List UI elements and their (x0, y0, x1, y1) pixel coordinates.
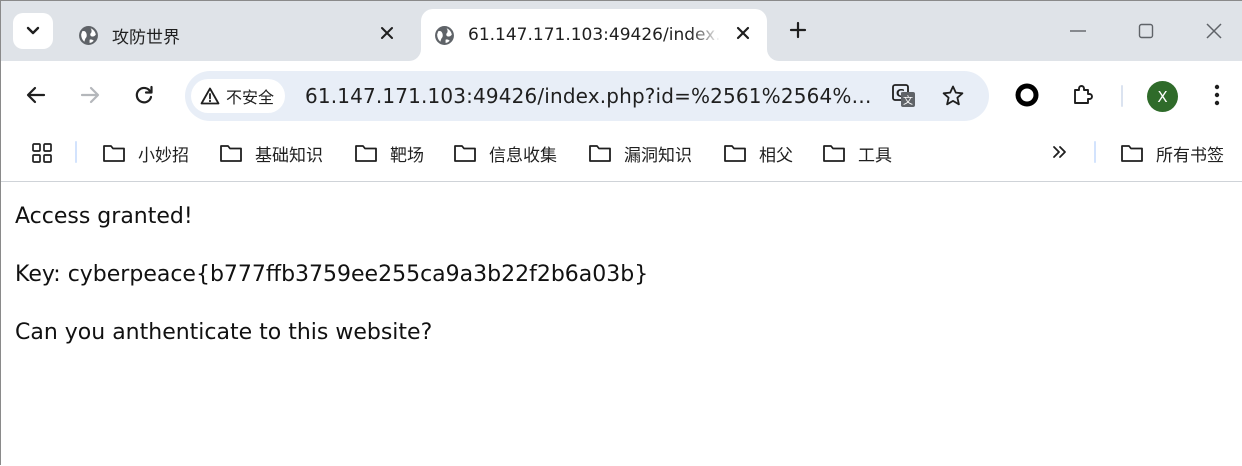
folder-icon (453, 142, 477, 164)
bookmarks-overflow-button[interactable] (1047, 139, 1073, 165)
key-message: Key: cyberpeace{b777ffb3759ee255ca9a3b22… (15, 262, 649, 287)
minimize-icon (1070, 30, 1086, 32)
profile-avatar[interactable]: X (1147, 81, 1178, 112)
forward-button[interactable] (72, 77, 108, 113)
bookmark-folder[interactable]: 靶场 (354, 137, 424, 169)
browser-window: 攻防世界 61.147.171.103:49426/index.php (0, 0, 1242, 466)
auth-question: Can you anthenticate to this website? (15, 320, 433, 345)
chevron-down-icon (26, 26, 40, 35)
all-bookmarks-folder[interactable]: 所有书签 (1120, 137, 1224, 169)
menu-button[interactable] (1201, 79, 1233, 111)
apps-grid-icon (32, 143, 52, 163)
tab-title: 61.147.171.103:49426/index.php (468, 25, 720, 45)
bookmark-label: 小妙招 (138, 145, 189, 166)
security-label: 不安全 (226, 88, 275, 107)
bookmark-label: 靶场 (390, 145, 424, 166)
bookmark-folder[interactable]: 相父 (723, 137, 793, 169)
access-message: Access granted! (15, 204, 193, 229)
translate-icon: G文 (892, 84, 915, 107)
tab-close-button[interactable] (377, 23, 397, 43)
ring-icon (1015, 83, 1039, 107)
bookmark-folder[interactable]: 基础知识 (219, 137, 323, 169)
security-chip[interactable]: 不安全 (191, 79, 286, 113)
tab-corner (767, 49, 779, 61)
bookmark-folder[interactable]: 小妙招 (102, 137, 189, 169)
bookmark-star-button[interactable] (940, 83, 966, 109)
maximize-icon (1138, 23, 1154, 39)
tab-title: 攻防世界 (112, 27, 180, 48)
warning-icon (200, 87, 220, 105)
tab-corner (409, 49, 421, 61)
puzzle-icon (1074, 85, 1093, 104)
bookmark-separator (75, 141, 77, 163)
arrow-left-icon (26, 86, 46, 104)
close-icon (1206, 23, 1222, 39)
all-bookmarks-label: 所有书签 (1156, 145, 1224, 166)
tab-active[interactable]: 61.147.171.103:49426/index.php (421, 9, 767, 61)
tab-search-button[interactable] (13, 13, 53, 49)
apps-button[interactable] (29, 140, 55, 166)
bookmark-folder[interactable]: 信息收集 (453, 137, 557, 169)
plus-icon (789, 21, 807, 39)
url-text[interactable]: 61.147.171.103:49426/index.php?id=%2561%… (305, 84, 873, 108)
bookmark-folder[interactable]: 工具 (822, 137, 892, 169)
close-icon (381, 27, 393, 39)
bookmark-label: 相父 (759, 145, 793, 166)
reload-icon (135, 85, 153, 104)
arrow-right-icon (80, 86, 100, 104)
bookmark-label: 工具 (858, 145, 892, 166)
address-bar[interactable]: 不安全 61.147.171.103:49426/index.php?id=%2… (185, 71, 989, 121)
tab-inactive[interactable]: 攻防世界 (63, 9, 413, 61)
toolbar-separator (1121, 85, 1123, 107)
tab-close-button[interactable] (733, 23, 753, 43)
maximize-button[interactable] (1123, 11, 1169, 51)
close-icon (736, 26, 750, 40)
bookmark-separator (1094, 141, 1096, 163)
bookmark-label: 信息收集 (489, 145, 557, 166)
bookmark-label: 基础知识 (255, 145, 323, 166)
folder-icon (822, 142, 846, 164)
globe-icon (433, 24, 455, 46)
window-close-button[interactable] (1191, 11, 1237, 51)
extension-button[interactable] (1011, 79, 1043, 111)
back-button[interactable] (18, 77, 54, 113)
star-icon (942, 85, 964, 106)
double-chevron-right-icon (1053, 146, 1066, 158)
svg-text:文: 文 (903, 94, 913, 107)
translate-button[interactable]: G文 (891, 83, 917, 109)
page-content: Access granted! Key: cyberpeace{b777ffb3… (1, 182, 1242, 466)
globe-icon (77, 24, 99, 46)
folder-icon (1120, 142, 1144, 164)
folder-icon (102, 142, 126, 164)
toolbar: 不安全 61.147.171.103:49426/index.php?id=%2… (1, 61, 1242, 129)
reload-button[interactable] (126, 77, 162, 113)
new-tab-button[interactable] (783, 15, 813, 45)
minimize-button[interactable] (1055, 11, 1101, 51)
folder-icon (354, 142, 378, 164)
extensions-menu-button[interactable] (1067, 79, 1099, 111)
bookmark-label: 漏洞知识 (624, 145, 692, 166)
folder-icon (219, 142, 243, 164)
folder-icon (723, 142, 747, 164)
bookmarks-bar: 小妙招 基础知识 靶场 信息收集 漏洞知识 相父 工具 所有书签 (1, 129, 1242, 182)
bookmark-folder[interactable]: 漏洞知识 (588, 137, 692, 169)
more-vertical-icon (1214, 84, 1220, 106)
tab-strip: 攻防世界 61.147.171.103:49426/index.php (1, 1, 1242, 61)
folder-icon (588, 142, 612, 164)
